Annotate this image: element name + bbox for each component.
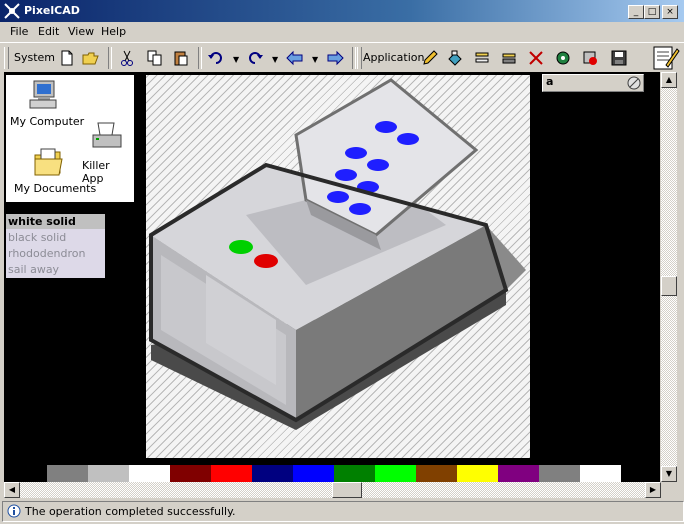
app-icon — [4, 3, 20, 19]
palette-swatch[interactable] — [375, 465, 416, 482]
palette-swatch[interactable] — [293, 465, 334, 482]
style-item[interactable]: sail away — [8, 263, 59, 276]
status-bar: The operation completed successfully. — [2, 501, 684, 522]
palette-swatch[interactable] — [88, 465, 129, 482]
computer-icon[interactable] — [26, 77, 62, 113]
palette-swatch[interactable] — [580, 465, 621, 482]
documents-icon[interactable] — [32, 145, 66, 179]
menu-view[interactable]: View — [68, 25, 94, 38]
tool-4-icon[interactable] — [527, 49, 545, 67]
toolbar-grip[interactable] — [357, 47, 362, 69]
style-item[interactable]: rhododendron — [8, 247, 85, 260]
back-icon[interactable] — [286, 49, 304, 67]
desktop-item-label[interactable]: My Computer — [10, 115, 84, 128]
toolbar-separator — [108, 47, 112, 69]
new-file-icon[interactable] — [58, 49, 76, 67]
scroll-right-button[interactable]: ▶ — [645, 482, 661, 498]
tool-2-icon[interactable] — [473, 49, 491, 67]
palette-swatch[interactable] — [47, 465, 88, 482]
tool-5-icon[interactable] — [554, 49, 572, 67]
title-bar[interactable]: PixelCAD _ □ × — [0, 0, 684, 22]
palette-swatch[interactable] — [416, 465, 457, 482]
system-button[interactable]: System — [14, 51, 55, 64]
status-text: The operation completed successfully. — [25, 505, 236, 518]
back-dropdown-icon[interactable]: ▼ — [312, 55, 318, 64]
application-button[interactable]: Application — [363, 51, 424, 64]
palette-swatch[interactable] — [498, 465, 539, 482]
paste-icon[interactable] — [172, 49, 190, 67]
menu-help[interactable]: Help — [101, 25, 126, 38]
horizontal-scroll-thumb[interactable] — [332, 482, 362, 498]
tool-6-icon[interactable] — [581, 49, 599, 67]
redo-dropdown-icon[interactable]: ▼ — [272, 55, 278, 64]
style-item[interactable]: black solid — [8, 231, 66, 244]
palette-icon[interactable] — [627, 76, 641, 90]
close-button[interactable]: × — [662, 5, 678, 19]
window-title: PixelCAD — [24, 4, 80, 17]
scroll-up-button[interactable]: ▲ — [661, 72, 677, 88]
forward-icon[interactable] — [326, 49, 344, 67]
printer-icon[interactable] — [90, 121, 124, 153]
menu-file[interactable]: File — [10, 25, 28, 38]
palette-swatch[interactable] — [129, 465, 170, 482]
palette-swatch[interactable] — [252, 465, 293, 482]
pencil-icon[interactable] — [421, 49, 439, 67]
notepad-icon[interactable] — [650, 43, 680, 73]
tool-3-icon[interactable] — [500, 49, 518, 67]
undo-icon[interactable] — [207, 49, 225, 67]
horizontal-scrollbar[interactable]: ◀ ▶ — [4, 482, 661, 498]
vertical-scroll-thumb[interactable] — [661, 276, 677, 296]
palette-swatch[interactable] — [457, 465, 498, 482]
scroll-down-button[interactable]: ▼ — [661, 466, 677, 482]
desktop-item-label[interactable]: My Documents — [14, 182, 96, 195]
tool-1-icon[interactable] — [446, 49, 464, 67]
toolbar-grip[interactable] — [4, 47, 9, 69]
menu-bar: File Edit View Help — [0, 22, 684, 42]
undo-dropdown-icon[interactable]: ▼ — [233, 55, 239, 64]
scroll-left-button[interactable]: ◀ — [4, 482, 20, 498]
toolbar-separator — [198, 47, 202, 69]
drawing-canvas[interactable] — [146, 75, 530, 458]
maximize-button[interactable]: □ — [644, 5, 660, 19]
toolbar-separator — [352, 47, 356, 69]
open-folder-icon[interactable] — [82, 49, 100, 67]
toolbar: System ▼ ▼ ▼ Application — [0, 42, 684, 73]
palette-swatch[interactable] — [211, 465, 252, 482]
printer-drawing — [149, 78, 526, 430]
redo-icon[interactable] — [246, 49, 264, 67]
info-icon — [7, 504, 21, 518]
palette-swatch[interactable] — [334, 465, 375, 482]
vertical-scrollbar[interactable]: ▲ ▼ — [661, 72, 677, 482]
minimize-button[interactable]: _ — [628, 5, 644, 19]
palette-swatch[interactable] — [539, 465, 580, 482]
menu-edit[interactable]: Edit — [38, 25, 59, 38]
palette-swatch[interactable] — [170, 465, 211, 482]
desktop-panel: My Computer Killer App My Documents — [6, 75, 134, 202]
side-panel-title: a — [546, 75, 554, 88]
copy-icon[interactable] — [146, 49, 164, 67]
cut-icon[interactable] — [118, 49, 136, 67]
save-icon[interactable] — [610, 49, 628, 67]
side-panel-header[interactable]: a — [542, 74, 644, 92]
style-item-selected[interactable]: white solid — [8, 215, 76, 228]
style-list: white solid black solid rhododendron sai… — [6, 214, 105, 278]
